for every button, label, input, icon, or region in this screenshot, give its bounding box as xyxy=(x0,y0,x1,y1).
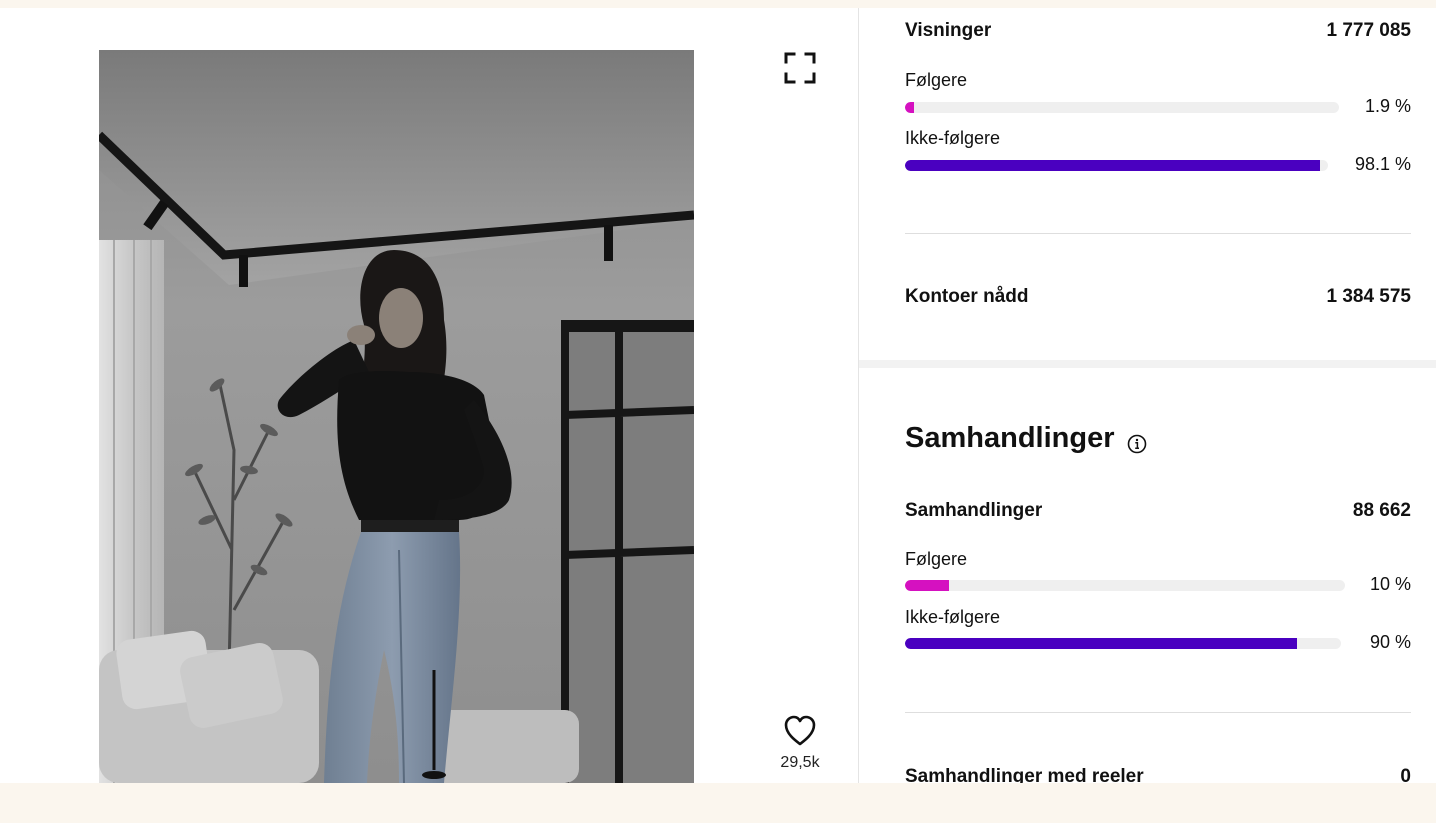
divider xyxy=(905,712,1411,713)
impressions-row: Visninger 1 777 085 xyxy=(905,20,1411,42)
info-icon xyxy=(1127,434,1146,453)
expand-icon xyxy=(784,52,816,84)
media-pane: 29,5k xyxy=(0,8,858,783)
interactions-total-value: 88 662 xyxy=(1352,500,1411,521)
post-photo xyxy=(99,50,694,783)
bar-track xyxy=(905,102,1339,113)
interactions-nonfollowers-label: Ikke-følgere xyxy=(905,607,1001,627)
impressions-label: Visninger xyxy=(905,20,992,41)
interactions-total-label: Samhandlinger xyxy=(905,500,1043,521)
reach-label: Kontoer nådd xyxy=(905,286,1029,307)
bar-track xyxy=(905,638,1341,649)
reels-interactions-row: Samhandlinger med reeler 0 xyxy=(905,766,1411,783)
reach-value: 1 384 575 xyxy=(1326,286,1411,307)
impressions-followers-percent: 1.9 % xyxy=(1364,96,1411,116)
interactions-title: Samhandlinger xyxy=(905,422,1115,454)
section-separator xyxy=(859,360,1436,368)
interactions-followers-bar: 10 % xyxy=(905,574,1411,596)
interactions-nonfollowers-percent: 90 % xyxy=(1369,632,1411,652)
like-block: 29,5k xyxy=(770,714,830,778)
reels-interactions-label: Samhandlinger med reeler xyxy=(905,766,1144,783)
heart-icon xyxy=(784,715,816,746)
interactions-nonfollowers-bar: 90 % xyxy=(905,632,1411,654)
bar-fill xyxy=(905,638,1298,649)
like-button[interactable] xyxy=(782,714,818,748)
reels-interactions-value: 0 xyxy=(1400,766,1411,783)
bar-fill xyxy=(905,160,1320,171)
bar-fill xyxy=(905,102,914,113)
impressions-nonfollowers-percent: 98.1 % xyxy=(1354,154,1411,174)
info-button[interactable] xyxy=(1127,429,1147,453)
stats-pane: Visninger 1 777 085 Følgere 1.9 % Ikke-f… xyxy=(859,8,1436,783)
interactions-section-title: Samhandlinger xyxy=(905,422,1147,455)
impressions-value: 1 777 085 xyxy=(1326,20,1411,41)
insights-card: 29,5k Visninger 1 777 085 Følgere 1.9 % … xyxy=(0,8,1436,783)
page: 29,5k Visninger 1 777 085 Følgere 1.9 % … xyxy=(0,0,1436,823)
interactions-total-row: Samhandlinger 88 662 xyxy=(905,500,1411,522)
impressions-nonfollowers-label: Ikke-følgere xyxy=(905,128,1001,148)
reach-row: Kontoer nådd 1 384 575 xyxy=(905,286,1411,308)
impressions-followers-label: Følgere xyxy=(905,70,968,90)
like-count: 29,5k xyxy=(780,754,820,771)
impressions-followers-bar: 1.9 % xyxy=(905,96,1411,118)
bar-track xyxy=(905,160,1328,171)
interactions-followers-percent: 10 % xyxy=(1369,574,1411,594)
expand-button[interactable] xyxy=(782,50,818,86)
bar-fill xyxy=(905,580,949,591)
interactions-followers-label: Følgere xyxy=(905,549,968,569)
divider xyxy=(905,233,1411,234)
bar-track xyxy=(905,580,1345,591)
impressions-nonfollowers-bar: 98.1 % xyxy=(905,154,1411,176)
